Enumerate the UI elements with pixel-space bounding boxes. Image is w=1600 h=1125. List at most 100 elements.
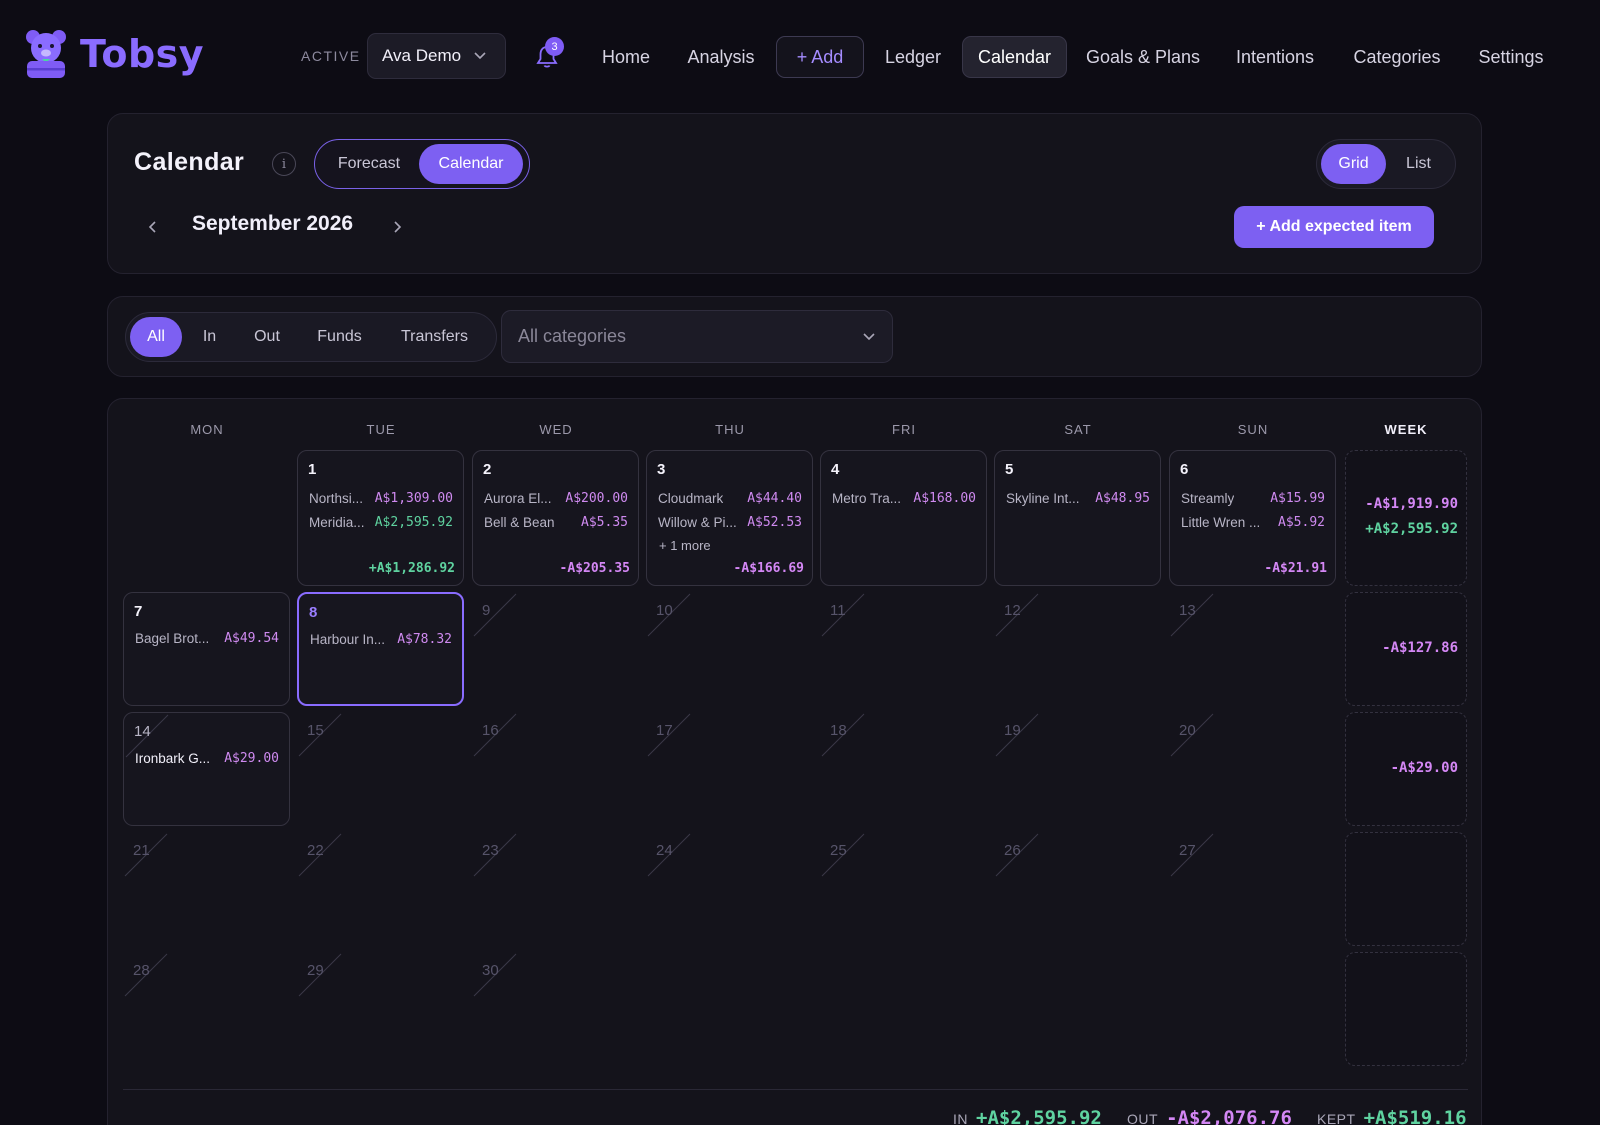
summary-out-label: OUT bbox=[1127, 1111, 1159, 1125]
day-cell-empty[interactable]: 18 bbox=[820, 712, 987, 826]
day-cell-empty[interactable]: 27 bbox=[1169, 832, 1336, 946]
entry-amount: A$49.54 bbox=[224, 630, 279, 646]
mode-forecast[interactable]: Forecast bbox=[319, 144, 419, 184]
calendar-entry[interactable]: Metro Tra... A$168.00 bbox=[832, 489, 976, 507]
day-cell-empty[interactable]: 28 bbox=[123, 952, 290, 1066]
summary-out-value: -A$2,076.76 bbox=[1166, 1107, 1292, 1125]
entry-name: Bell & Bean bbox=[484, 514, 555, 530]
nav-analysis[interactable]: Analysis bbox=[682, 36, 760, 78]
day-cell-empty[interactable]: 11 bbox=[820, 592, 987, 706]
summary-kept-label: KEPT bbox=[1317, 1111, 1356, 1125]
entry-name: Willow & Pi... bbox=[658, 514, 737, 530]
day-cell-empty[interactable]: 19 bbox=[994, 712, 1161, 826]
calendar-header-panel: Calendar i Forecast Calendar September 2… bbox=[107, 113, 1482, 274]
account-select[interactable]: Ava Demo bbox=[367, 33, 506, 79]
brand-logo[interactable]: Tobsy bbox=[24, 28, 204, 80]
summary-in-label: IN bbox=[953, 1111, 968, 1125]
filter-funds[interactable]: Funds bbox=[297, 317, 382, 357]
calendar-entry[interactable]: Aurora El... A$200.00 bbox=[484, 489, 628, 507]
next-month-icon[interactable] bbox=[390, 218, 404, 236]
calendar-entry[interactable]: Harbour In... A$78.32 bbox=[310, 630, 452, 648]
entry-amount: A$5.92 bbox=[1278, 514, 1325, 530]
view-grid[interactable]: Grid bbox=[1321, 144, 1386, 184]
prev-month-icon[interactable] bbox=[146, 218, 160, 236]
day-total: +A$1,286.92 bbox=[368, 561, 455, 576]
calendar-entry[interactable]: Willow & Pi... A$52.53 bbox=[658, 513, 802, 531]
calendar-entry[interactable]: Bell & Bean A$5.35 bbox=[484, 513, 628, 531]
nav-goals-plans[interactable]: Goals & Plans bbox=[1083, 36, 1203, 78]
calendar-entry[interactable]: Cloudmark A$44.40 bbox=[658, 489, 802, 507]
day-cell-empty[interactable]: 20 bbox=[1169, 712, 1336, 826]
day-number: 11 bbox=[830, 602, 846, 619]
day-cell[interactable]: 6 Streamly A$15.99 Little Wren ... A$5.9… bbox=[1169, 450, 1336, 586]
filter-transfers[interactable]: Transfers bbox=[382, 317, 487, 357]
summary-divider bbox=[123, 1089, 1468, 1090]
day-number: 12 bbox=[1004, 602, 1021, 619]
weekday-header: MON bbox=[190, 422, 224, 437]
filter-all[interactable]: All bbox=[130, 317, 182, 357]
calendar-entry[interactable]: Meridia... A$2,595.92 bbox=[309, 513, 453, 531]
more-entries-link[interactable]: + 1 more bbox=[659, 538, 711, 553]
day-cell[interactable]: 1 Northsi... A$1,309.00 Meridia... A$2,5… bbox=[297, 450, 464, 586]
day-number: 28 bbox=[133, 962, 150, 979]
day-cell-empty[interactable]: 13 bbox=[1169, 592, 1336, 706]
category-select-placeholder: All categories bbox=[518, 326, 627, 346]
day-cell-empty[interactable]: 12 bbox=[994, 592, 1161, 706]
entry-amount: A$2,595.92 bbox=[374, 514, 453, 530]
day-cell[interactable]: 2 Aurora El... A$200.00 Bell & Bean A$5.… bbox=[472, 450, 639, 586]
day-cell-empty[interactable]: 24 bbox=[646, 832, 813, 946]
calendar-entry[interactable]: Bagel Brot... A$49.54 bbox=[135, 629, 279, 647]
info-icon[interactable]: i bbox=[272, 152, 296, 176]
day-cell-today[interactable]: 8 Harbour In... A$78.32 bbox=[297, 592, 464, 706]
day-total: -A$166.69 bbox=[733, 561, 804, 576]
day-number: 6 bbox=[1180, 461, 1189, 478]
day-cell[interactable]: 14 Ironbark G... A$29.00 bbox=[123, 712, 290, 826]
day-cell[interactable]: 4 Metro Tra... A$168.00 bbox=[820, 450, 987, 586]
day-cell-empty[interactable]: 21 bbox=[123, 832, 290, 946]
calendar-entry[interactable]: Little Wren ... A$5.92 bbox=[1181, 513, 1325, 531]
add-expected-item-button[interactable]: + Add expected item bbox=[1234, 206, 1434, 248]
filter-out[interactable]: Out bbox=[237, 317, 297, 357]
day-cell[interactable]: 7 Bagel Brot... A$49.54 bbox=[123, 592, 290, 706]
entry-name: Metro Tra... bbox=[832, 490, 902, 506]
day-cell-empty[interactable]: 25 bbox=[820, 832, 987, 946]
day-cell-empty[interactable]: 30 bbox=[472, 952, 639, 1066]
day-cell-empty[interactable]: 16 bbox=[472, 712, 639, 826]
calendar-entry[interactable]: Skyline Int... A$48.95 bbox=[1006, 489, 1150, 507]
day-cell[interactable]: 5 Skyline Int... A$48.95 bbox=[994, 450, 1161, 586]
day-cell-empty[interactable]: 22 bbox=[297, 832, 464, 946]
day-cell-empty[interactable]: 9 bbox=[472, 592, 639, 706]
mode-calendar[interactable]: Calendar bbox=[419, 144, 523, 184]
day-cell-empty[interactable]: 26 bbox=[994, 832, 1161, 946]
week-summary-cell: -A$1,919.90 +A$2,595.92 bbox=[1345, 450, 1467, 586]
nav-ledger[interactable]: Ledger bbox=[880, 36, 946, 78]
nav-settings[interactable]: Settings bbox=[1471, 36, 1551, 78]
weekday-header: THU bbox=[715, 422, 745, 437]
day-cell-empty[interactable]: 17 bbox=[646, 712, 813, 826]
category-select[interactable]: All categories bbox=[501, 310, 893, 363]
day-cell-empty[interactable]: 15 bbox=[297, 712, 464, 826]
week-summary-cell bbox=[1345, 832, 1467, 946]
nav-home[interactable]: Home bbox=[596, 36, 656, 78]
nav-intentions[interactable]: Intentions bbox=[1227, 36, 1323, 78]
day-cell-empty[interactable]: 29 bbox=[297, 952, 464, 1066]
bear-logo-icon bbox=[26, 30, 66, 78]
view-list[interactable]: List bbox=[1386, 144, 1451, 184]
nav-categories[interactable]: Categories bbox=[1347, 36, 1447, 78]
nav-add-button[interactable]: + Add bbox=[776, 36, 864, 78]
entry-amount: A$29.00 bbox=[224, 750, 279, 766]
calendar-entry[interactable]: Northsi... A$1,309.00 bbox=[309, 489, 453, 507]
day-cell[interactable]: 3 Cloudmark A$44.40 Willow & Pi... A$52.… bbox=[646, 450, 813, 586]
day-number: 13 bbox=[1179, 602, 1196, 619]
nav-calendar[interactable]: Calendar bbox=[962, 36, 1067, 78]
week-column-header: WEEK bbox=[1384, 422, 1428, 437]
day-number: 30 bbox=[482, 962, 499, 979]
entry-name: Cloudmark bbox=[658, 490, 724, 506]
day-cell-empty[interactable]: 23 bbox=[472, 832, 639, 946]
entry-name: Streamly bbox=[1181, 490, 1235, 506]
calendar-entry[interactable]: Ironbark G... A$29.00 bbox=[135, 749, 279, 767]
day-number: 29 bbox=[307, 962, 324, 979]
calendar-entry[interactable]: Streamly A$15.99 bbox=[1181, 489, 1325, 507]
filter-in[interactable]: In bbox=[182, 317, 237, 357]
day-cell-empty[interactable]: 10 bbox=[646, 592, 813, 706]
